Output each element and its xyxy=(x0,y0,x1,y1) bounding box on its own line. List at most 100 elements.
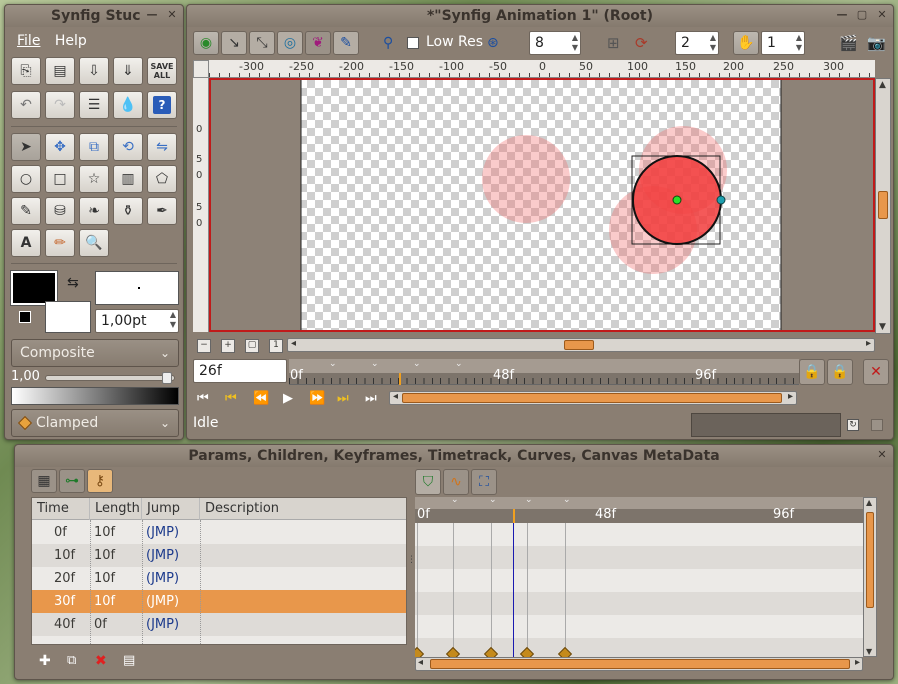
render-icon[interactable]: 🎬 xyxy=(839,34,858,52)
seek-end-icon[interactable]: ⏭ xyxy=(365,391,377,406)
angle-handles-toggle-icon[interactable]: ✎ xyxy=(333,31,359,55)
remove-keyframe-icon[interactable]: ✖ xyxy=(95,653,107,669)
duplicate-keyframe-icon[interactable]: ⧉ xyxy=(67,653,76,668)
waypoint-diamond[interactable] xyxy=(483,646,499,657)
radius-handles-toggle-icon[interactable]: ◎ xyxy=(277,31,303,55)
low-res-checkbox[interactable] xyxy=(407,37,419,49)
keyframe-marker[interactable]: ⌄ xyxy=(455,359,463,369)
maximize-icon[interactable]: ▢ xyxy=(855,8,869,22)
timetrack-hscrollbar[interactable]: ◂ ▸ xyxy=(415,657,863,671)
fill-tool-icon[interactable]: ⛁ xyxy=(45,197,75,225)
zoom-fit-icon[interactable]: ▢ xyxy=(245,339,259,353)
playhead[interactable] xyxy=(399,373,401,385)
close-icon[interactable]: ✕ xyxy=(875,8,889,22)
keyframe-marker[interactable]: ⌄ xyxy=(563,495,571,505)
onion-skin-icon[interactable]: ⟳ xyxy=(635,34,648,52)
onion-past-field[interactable]: 2 ▲ ▼ xyxy=(675,31,719,55)
vertex-handles-toggle-icon[interactable]: ↘ xyxy=(221,31,247,55)
gradient-preview[interactable] xyxy=(11,387,179,405)
open-file-button[interactable]: ▤ xyxy=(45,57,75,85)
time-hscrollbar[interactable]: ◂ ▸ xyxy=(389,391,797,405)
add-keyframe-icon[interactable]: ✚ xyxy=(39,653,51,669)
tab-children-icon[interactable]: ⊶ xyxy=(59,469,85,493)
column-header-description[interactable]: Description xyxy=(200,498,406,520)
gradient-tool-icon[interactable]: ▥ xyxy=(113,165,143,193)
table-row[interactable]: 40f 0f (JMP) xyxy=(32,613,406,636)
transform-tool-icon[interactable]: ➤ xyxy=(11,133,41,161)
zoom-out-icon[interactable]: − xyxy=(197,339,211,353)
smooth-move-tool-icon[interactable]: ✥ xyxy=(45,133,75,161)
save-button[interactable]: ⇩ xyxy=(79,57,109,85)
sketch-tool-icon[interactable]: ✏ xyxy=(45,229,75,257)
rotate-tool-icon[interactable]: ⟲ xyxy=(113,133,143,161)
keyframe-marker[interactable]: ⌄ xyxy=(525,495,533,505)
seek-begin-icon[interactable]: ⏮ xyxy=(197,391,209,406)
lock-past-keyframe-icon[interactable]: 🔒 xyxy=(799,359,825,385)
timetrack-area[interactable] xyxy=(415,523,863,657)
render-button[interactable]: 💧 xyxy=(113,91,143,119)
setup-button[interactable]: ☰ xyxy=(79,91,109,119)
play-icon[interactable]: ▶ xyxy=(283,391,293,406)
playhead[interactable] xyxy=(513,509,515,523)
stop-icon[interactable] xyxy=(871,419,883,431)
interpolation-dropdown[interactable]: Clamped ⌄ xyxy=(11,409,179,437)
width-handles-toggle-icon[interactable]: ❦ xyxy=(305,31,331,55)
outline-color-swatch[interactable] xyxy=(10,270,58,306)
onion-future-field[interactable]: 1 ▲ ▼ xyxy=(761,31,805,55)
zoom-tool-icon[interactable]: 🔍 xyxy=(79,229,109,257)
circle-tool-icon[interactable]: ○ xyxy=(11,165,41,193)
waypoint-diamond[interactable] xyxy=(519,646,535,657)
column-header-jump[interactable]: Jump xyxy=(142,498,200,520)
spline-tool-icon[interactable]: ✎ xyxy=(11,197,41,225)
keyframe-marker[interactable]: ⌄ xyxy=(451,495,459,505)
new-file-button[interactable]: ⎘ xyxy=(11,57,41,85)
tab-curves-icon[interactable]: ∿ xyxy=(443,469,469,495)
onion-toggle-icon[interactable]: ✋ xyxy=(733,31,759,55)
save-all-button[interactable]: SAVE ALL xyxy=(147,57,177,85)
canvas-hscrollbar[interactable]: ◂ ▸ xyxy=(287,338,875,352)
minimize-icon[interactable]: — xyxy=(835,8,849,22)
table-row[interactable]: 10f 10f (JMP) xyxy=(32,544,406,567)
undo-button[interactable]: ↶ xyxy=(11,91,41,119)
tangent-handles-toggle-icon[interactable]: ⤡ xyxy=(249,31,275,55)
blend-method-dropdown[interactable]: Composite ⌄ xyxy=(11,339,179,367)
swap-colors-icon[interactable]: ⇆ xyxy=(67,275,79,291)
scale-tool-icon[interactable]: ⧉ xyxy=(79,133,109,161)
help-button[interactable]: ? xyxy=(147,91,177,119)
timetrack-vscrollbar[interactable]: ▲ ▼ xyxy=(863,497,877,657)
eyedrop-tool-icon[interactable]: ✒ xyxy=(147,197,177,225)
save-as-button[interactable]: ⇓ xyxy=(113,57,143,85)
amount-slider[interactable] xyxy=(45,372,175,384)
position-handles-toggle-icon[interactable]: ◉ xyxy=(193,31,219,55)
tab-keyframes-icon[interactable]: ⚷ xyxy=(87,469,113,493)
animation-mode-icon[interactable]: ✕ xyxy=(863,359,889,385)
minimize-icon[interactable]: — xyxy=(145,8,159,22)
waypoint-diamond[interactable] xyxy=(415,646,425,657)
render-preview-icon[interactable]: ⚲ xyxy=(383,35,393,51)
prev-keyframe-icon[interactable]: ⏮ xyxy=(225,391,237,406)
tab-metadata-icon[interactable]: ⛶ xyxy=(471,469,497,495)
next-keyframe-icon[interactable]: ⏭ xyxy=(337,391,349,406)
tab-params-icon[interactable]: ▦ xyxy=(31,469,57,493)
close-icon[interactable]: ✕ xyxy=(165,8,179,22)
mirror-tool-icon[interactable]: ⇋ xyxy=(147,133,177,161)
lock-future-keyframe-icon[interactable]: 🔒 xyxy=(827,359,853,385)
menu-file[interactable]: File xyxy=(17,33,40,49)
column-header-time[interactable]: Time xyxy=(32,498,90,520)
cell-jump-link[interactable]: (JMP) xyxy=(146,567,179,590)
reset-colors-icon[interactable] xyxy=(19,311,31,323)
rectangle-tool-icon[interactable]: □ xyxy=(45,165,75,193)
quality-field[interactable]: 8 ▲ ▼ xyxy=(529,31,581,55)
workarea[interactable] xyxy=(209,78,875,332)
draw-tool-icon[interactable]: ❧ xyxy=(79,197,109,225)
keyframe-marker[interactable]: ⌄ xyxy=(489,495,497,505)
width-field[interactable]: 1,00pt ▲ ▼ xyxy=(95,309,179,333)
current-frame-field[interactable]: 26f xyxy=(193,359,287,383)
zoom-100-icon[interactable]: 1 xyxy=(269,339,283,353)
zoom-in-icon[interactable]: + xyxy=(221,339,235,353)
prev-frame-icon[interactable]: ⏪ xyxy=(253,391,269,406)
redo-button[interactable]: ↷ xyxy=(45,91,75,119)
waypoint-diamond[interactable] xyxy=(445,646,461,657)
star-tool-icon[interactable]: ☆ xyxy=(79,165,109,193)
table-row[interactable]: 20f 10f (JMP) xyxy=(32,567,406,590)
